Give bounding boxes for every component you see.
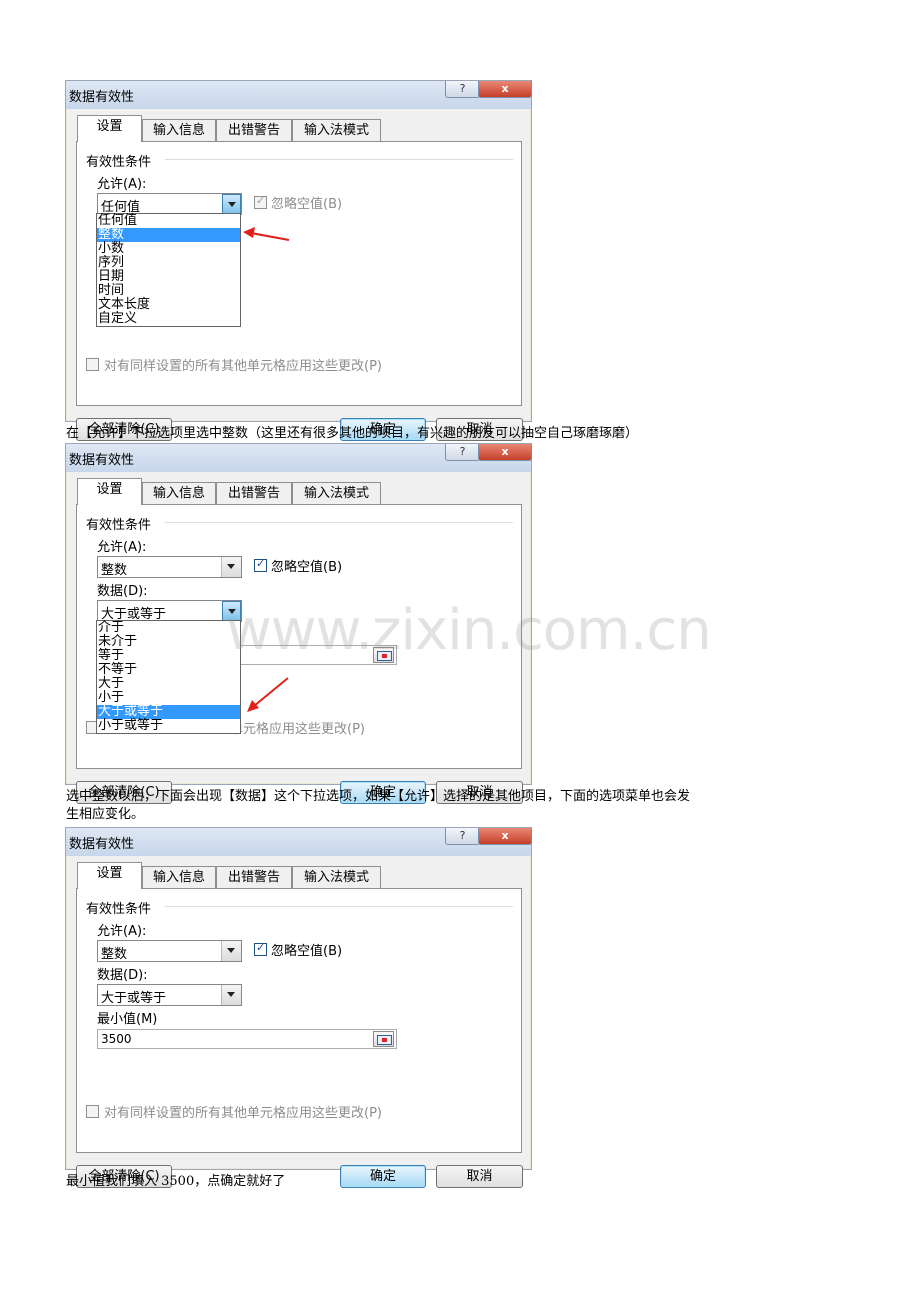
data-label: 数据(D):	[97, 584, 148, 599]
apply-all-label: 对有同样设置的所有其他单元格应用这些更改(P)	[104, 359, 382, 374]
min-value-label: 最小值(M)	[97, 1012, 158, 1027]
validation-criteria-label: 有效性条件	[86, 902, 152, 917]
title-bar: 数据有效性 ? x	[66, 828, 532, 856]
allow-label: 允许(A):	[97, 177, 147, 192]
tab-error-alert[interactable]: 出错警告	[216, 119, 292, 141]
dialog-title: 数据有效性	[69, 90, 135, 105]
help-button[interactable]: ?	[445, 444, 480, 461]
dropdown-arrow-icon[interactable]	[221, 985, 241, 1005]
tab-ime-mode[interactable]: 输入法模式	[292, 866, 381, 888]
dropdown-arrow-icon[interactable]	[221, 557, 241, 577]
validation-criteria-label: 有效性条件	[86, 155, 152, 170]
help-button[interactable]: ?	[445, 828, 480, 845]
dropdown-arrow-icon[interactable]	[222, 194, 241, 214]
caption-1: 在【允许】下拉选项里选中整数（这里还有很多其他的项目，有兴趣的朋友可以抽空自己琢…	[66, 426, 639, 441]
tab-error-alert[interactable]: 出错警告	[216, 482, 292, 504]
dropdown-option[interactable]: 小于或等于	[97, 719, 240, 733]
apply-all-checkbox[interactable]	[86, 1105, 99, 1118]
min-value-input[interactable]: 3500	[97, 1029, 397, 1049]
tab-error-alert[interactable]: 出错警告	[216, 866, 292, 888]
dropdown-option[interactable]: 任何值	[97, 214, 240, 228]
data-dropdown-list[interactable]: 介于 未介于 等于 不等于 大于 小于 大于或等于 小于或等于	[96, 620, 241, 734]
data-label: 数据(D):	[97, 968, 148, 983]
settings-panel: 有效性条件 允许(A): 整数 忽略空值(B) 数据(D): 大于或等于 最小值…	[76, 888, 522, 1153]
dropdown-option[interactable]: 未介于	[97, 635, 240, 649]
dropdown-option[interactable]: 自定义	[97, 312, 240, 326]
ignore-blank-checkbox[interactable]	[254, 557, 267, 572]
allow-label: 允许(A):	[97, 924, 147, 939]
group-divider	[165, 906, 513, 907]
ignore-blank-label: 忽略空值(B)	[271, 944, 343, 959]
red-arrow-icon	[247, 677, 289, 712]
dropdown-option[interactable]: 小数	[97, 242, 240, 256]
apply-all-label: 对有同样设置的所有其他单元格应用这些更改(P)	[104, 1106, 382, 1121]
watermark: www.zixin.com.cn	[226, 598, 712, 663]
tab-input-message[interactable]: 输入信息	[142, 482, 216, 504]
dropdown-option[interactable]: 文本长度	[97, 298, 240, 312]
allow-select[interactable]: 任何值	[97, 193, 242, 215]
close-button[interactable]: x	[478, 81, 532, 98]
data-select[interactable]: 大于或等于	[97, 600, 242, 622]
cancel-button[interactable]: 取消	[436, 1165, 523, 1188]
dropdown-option[interactable]: 等于	[97, 649, 240, 663]
ignore-blank-label: 忽略空值(B)	[271, 560, 343, 575]
validation-dialog-1: 数据有效性 ? x 设置 输入信息 出错警告 输入法模式 有效性条件 允许(A)…	[65, 80, 532, 441]
dropdown-option[interactable]: 介于	[97, 621, 240, 635]
allow-select[interactable]: 整数	[97, 940, 242, 962]
tab-input-message[interactable]: 输入信息	[142, 866, 216, 888]
ignore-blank-checkbox	[254, 194, 267, 209]
data-select[interactable]: 大于或等于	[97, 984, 242, 1006]
min-value: 3500	[101, 1032, 132, 1046]
ignore-blank-checkbox[interactable]	[254, 941, 267, 956]
close-button[interactable]: x	[478, 828, 532, 845]
apply-all-checkbox[interactable]	[86, 358, 99, 371]
tab-settings[interactable]: 设置	[77, 115, 142, 142]
allow-select[interactable]: 整数	[97, 556, 242, 578]
caption-2-cont: 生相应变化。	[66, 807, 145, 822]
allow-value: 整数	[101, 563, 128, 578]
red-arrow-icon	[243, 227, 290, 241]
ok-button[interactable]: 确定	[340, 1165, 426, 1188]
dropdown-option[interactable]: 不等于	[97, 663, 240, 677]
caption-3: 最小值我们填入 3500，点确定就好了	[66, 1174, 286, 1189]
allow-dropdown-list[interactable]: 任何值 整数 小数 序列 日期 时间 文本长度 自定义	[96, 213, 241, 327]
title-bar: 数据有效性 ? x	[66, 81, 532, 109]
title-bar: 数据有效性 ? x	[66, 444, 532, 472]
dropdown-option[interactable]: 序列	[97, 256, 240, 270]
validation-criteria-label: 有效性条件	[86, 518, 152, 533]
tab-ime-mode[interactable]: 输入法模式	[292, 482, 381, 504]
tab-settings[interactable]: 设置	[77, 862, 142, 889]
group-divider	[165, 522, 513, 523]
ignore-blank-label: 忽略空值(B)	[271, 197, 343, 212]
dropdown-option-selected[interactable]: 大于或等于	[97, 705, 240, 719]
dropdown-option[interactable]: 日期	[97, 270, 240, 284]
validation-dialog-3: 数据有效性 ? x 设置 输入信息 出错警告 输入法模式 有效性条件 允许(A)…	[65, 827, 532, 1188]
tab-settings[interactable]: 设置	[77, 478, 142, 505]
group-divider	[165, 159, 513, 160]
range-select-icon[interactable]	[373, 1031, 394, 1047]
help-button[interactable]: ?	[445, 81, 480, 98]
dialog-body: 设置 输入信息 出错警告 输入法模式 有效性条件 允许(A): 整数 忽略空值(…	[67, 856, 530, 1188]
dropdown-arrow-icon[interactable]	[221, 941, 241, 961]
tab-input-message[interactable]: 输入信息	[142, 119, 216, 141]
data-value: 大于或等于	[101, 991, 167, 1006]
dialog-title: 数据有效性	[69, 453, 135, 468]
dropdown-option-selected[interactable]: 整数	[97, 228, 240, 242]
allow-label: 允许(A):	[97, 540, 147, 555]
dialog-title: 数据有效性	[69, 837, 135, 852]
dropdown-option[interactable]: 小于	[97, 691, 240, 705]
dropdown-option[interactable]: 时间	[97, 284, 240, 298]
dropdown-option[interactable]: 大于	[97, 677, 240, 691]
tab-ime-mode[interactable]: 输入法模式	[292, 119, 381, 141]
caption-2: 选中整数以后，下面会出现【数据】这个下拉选项，如果【允许】选择的是其他项目，下面…	[66, 789, 691, 804]
allow-value: 整数	[101, 947, 128, 962]
close-button[interactable]: x	[478, 444, 532, 461]
